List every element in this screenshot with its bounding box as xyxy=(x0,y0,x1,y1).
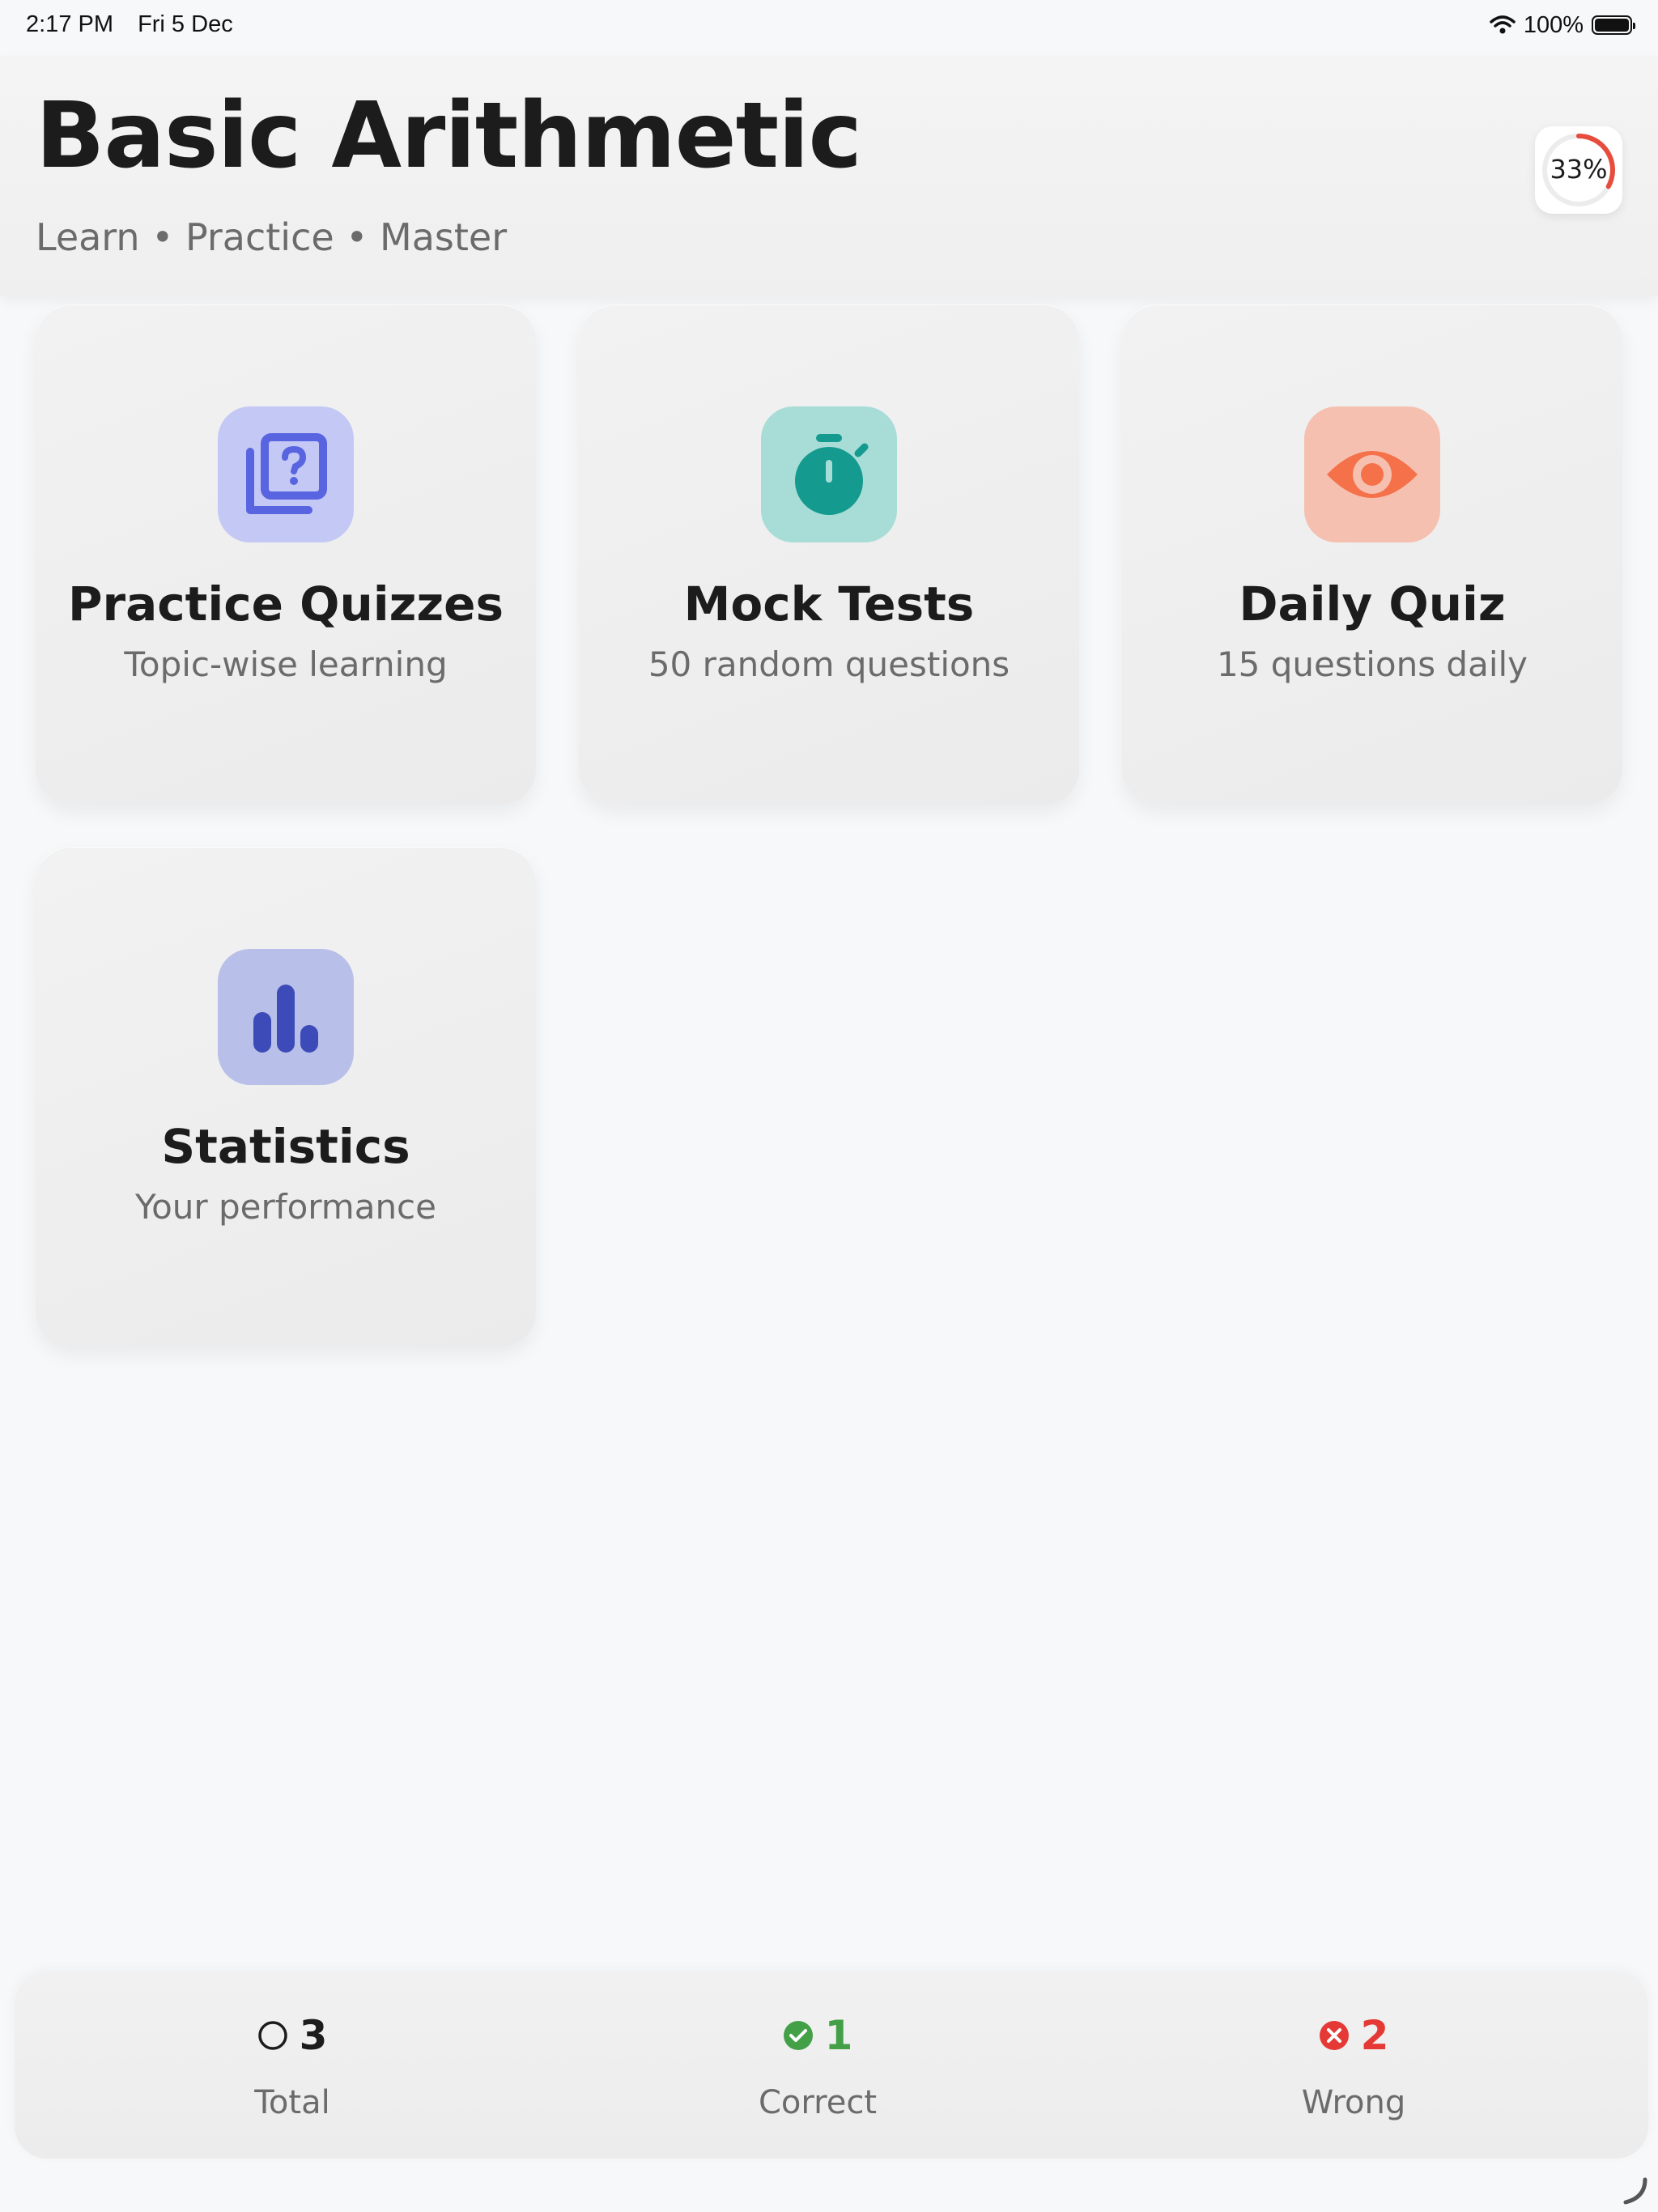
page-title: Basic Arithmetic xyxy=(36,83,862,189)
status-time: 2:17 PM xyxy=(26,11,113,37)
resize-handle-icon[interactable] xyxy=(1621,2176,1650,2206)
eye-icon xyxy=(1304,406,1440,542)
card-statistics[interactable]: Statistics Your performance xyxy=(36,847,536,1347)
status-indicators: 100% xyxy=(1490,11,1635,39)
check-circle-icon xyxy=(783,2021,813,2050)
wifi-icon xyxy=(1490,15,1516,34)
eye-icon-graphic xyxy=(1327,451,1418,498)
stat-wrong-label: Wrong xyxy=(1301,2084,1406,2121)
x-circle-icon xyxy=(1319,2021,1349,2050)
stopwatch-icon-graphic xyxy=(795,434,869,515)
status-bar: 2:17 PM Fri 5 Dec 100% xyxy=(0,0,1658,50)
card-subtitle: 50 random questions xyxy=(648,644,1010,684)
stat-total[interactable]: 3 Total xyxy=(130,2011,454,2121)
card-title: Statistics xyxy=(161,1119,410,1174)
progress-label: 33% xyxy=(1550,154,1608,185)
bar-chart-icon xyxy=(218,949,354,1085)
card-subtitle: Topic-wise learning xyxy=(124,644,448,684)
card-subtitle: 15 questions daily xyxy=(1216,644,1528,684)
battery-icon xyxy=(1592,15,1635,35)
progress-ring[interactable]: 33% xyxy=(1535,126,1622,214)
stat-correct-label: Correct xyxy=(759,2084,877,2121)
stat-total-label: Total xyxy=(254,2084,330,2121)
stat-wrong-value: 2 xyxy=(1360,2012,1389,2059)
stats-bar: 3 Total 1 Correct 2 Wrong xyxy=(15,1972,1648,2159)
card-title: Daily Quiz xyxy=(1239,576,1506,632)
quiz-stack-icon-graphic xyxy=(246,433,327,514)
stat-wrong[interactable]: 2 Wrong xyxy=(1192,2011,1516,2121)
stopwatch-icon xyxy=(761,406,897,542)
card-subtitle: Your performance xyxy=(135,1187,436,1227)
card-title: Mock Tests xyxy=(683,576,975,632)
stat-correct[interactable]: 1 Correct xyxy=(656,2011,980,2121)
page-subtitle: Learn • Practice • Master xyxy=(36,215,508,259)
page-header: Basic Arithmetic Learn • Practice • Mast… xyxy=(0,57,1658,296)
stat-total-value: 3 xyxy=(299,2012,328,2059)
bar-chart-icon-graphic xyxy=(253,985,318,1053)
status-date: Fri 5 Dec xyxy=(138,11,233,37)
quiz-stack-icon xyxy=(218,406,354,542)
status-time-date: 2:17 PM Fri 5 Dec xyxy=(26,11,251,38)
battery-percent: 100% xyxy=(1523,11,1584,38)
card-practice-quizzes[interactable]: Practice Quizzes Topic-wise learning xyxy=(36,304,536,805)
stat-correct-value: 1 xyxy=(824,2012,853,2059)
card-title: Practice Quizzes xyxy=(67,576,504,632)
card-daily-quiz[interactable]: Daily Quiz 15 questions daily xyxy=(1122,304,1622,805)
card-mock-tests[interactable]: Mock Tests 50 random questions xyxy=(579,304,1079,805)
circle-outline-icon xyxy=(257,2021,287,2050)
